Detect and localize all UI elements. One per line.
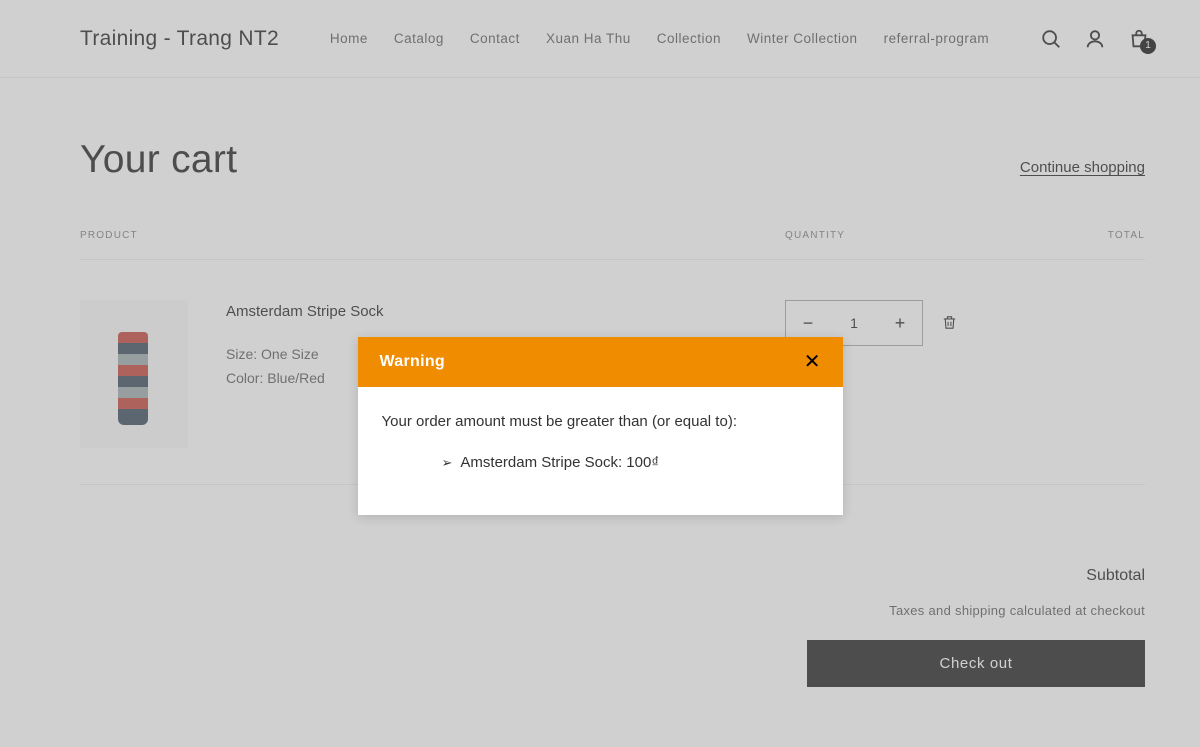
modal-header: Warning ✕ <box>358 337 843 387</box>
modal-overlay[interactable]: Warning ✕ Your order amount must be grea… <box>0 0 1200 747</box>
arrow-icon: ➢ <box>442 455 453 471</box>
warning-modal: Warning ✕ Your order amount must be grea… <box>358 337 843 515</box>
modal-item-line: ➢ Amsterdam Stripe Sock: 100₫ <box>382 454 819 471</box>
modal-item-text: Amsterdam Stripe Sock: 100₫ <box>460 454 659 471</box>
modal-title: Warning <box>380 353 446 371</box>
modal-message: Your order amount must be greater than (… <box>382 413 819 430</box>
close-icon: ✕ <box>804 351 821 373</box>
modal-close-button[interactable]: ✕ <box>804 352 821 372</box>
modal-body: Your order amount must be greater than (… <box>358 387 843 515</box>
